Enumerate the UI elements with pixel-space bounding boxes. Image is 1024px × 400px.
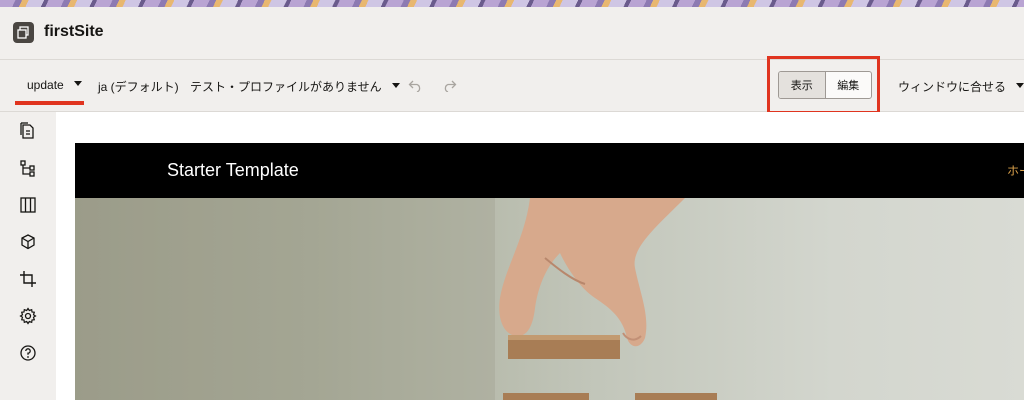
update-highlight-underline [15, 101, 84, 105]
app-title: firstSite [44, 23, 104, 40]
update-label: update [27, 78, 64, 92]
site-title: Starter Template [167, 160, 299, 180]
site-map-icon[interactable] [19, 159, 37, 177]
settings-gear-icon[interactable] [19, 307, 37, 325]
left-sidebar [0, 112, 56, 400]
language-label: ja (デフォルト) [98, 80, 179, 94]
pages-icon[interactable] [19, 122, 37, 140]
crop-icon[interactable] [19, 270, 37, 288]
chevron-down-icon [73, 81, 82, 87]
redo-icon[interactable] [442, 79, 457, 92]
test-profile-dropdown[interactable]: テスト・プロファイルがありません [190, 78, 400, 95]
components-cube-icon[interactable] [19, 233, 37, 251]
site-header[interactable]: Starter Template ホーム [75, 143, 1024, 198]
language-selector[interactable]: ja (デフォルト) [98, 78, 179, 95]
layout-columns-icon[interactable] [19, 196, 37, 214]
site-app-icon [13, 22, 34, 43]
chevron-down-icon [391, 83, 400, 89]
site-nav-home[interactable]: ホーム [1007, 162, 1024, 179]
hero-image[interactable] [75, 198, 1024, 400]
chevron-down-icon [1016, 83, 1024, 89]
help-icon[interactable] [19, 344, 37, 362]
decorative-banner [0, 0, 1024, 7]
fit-to-window-dropdown[interactable]: ウィンドウに合せる [898, 78, 1024, 95]
test-profile-label: テスト・プロファイルがありません [190, 80, 382, 94]
undo-icon[interactable] [408, 79, 423, 92]
fit-to-window-label: ウィンドウに合せる [898, 80, 1007, 94]
update-dropdown[interactable]: update [27, 78, 82, 92]
hero-photo-illustration [75, 198, 717, 400]
title-bar: firstSite [0, 7, 1024, 60]
view-edit-highlight-box [767, 56, 880, 114]
